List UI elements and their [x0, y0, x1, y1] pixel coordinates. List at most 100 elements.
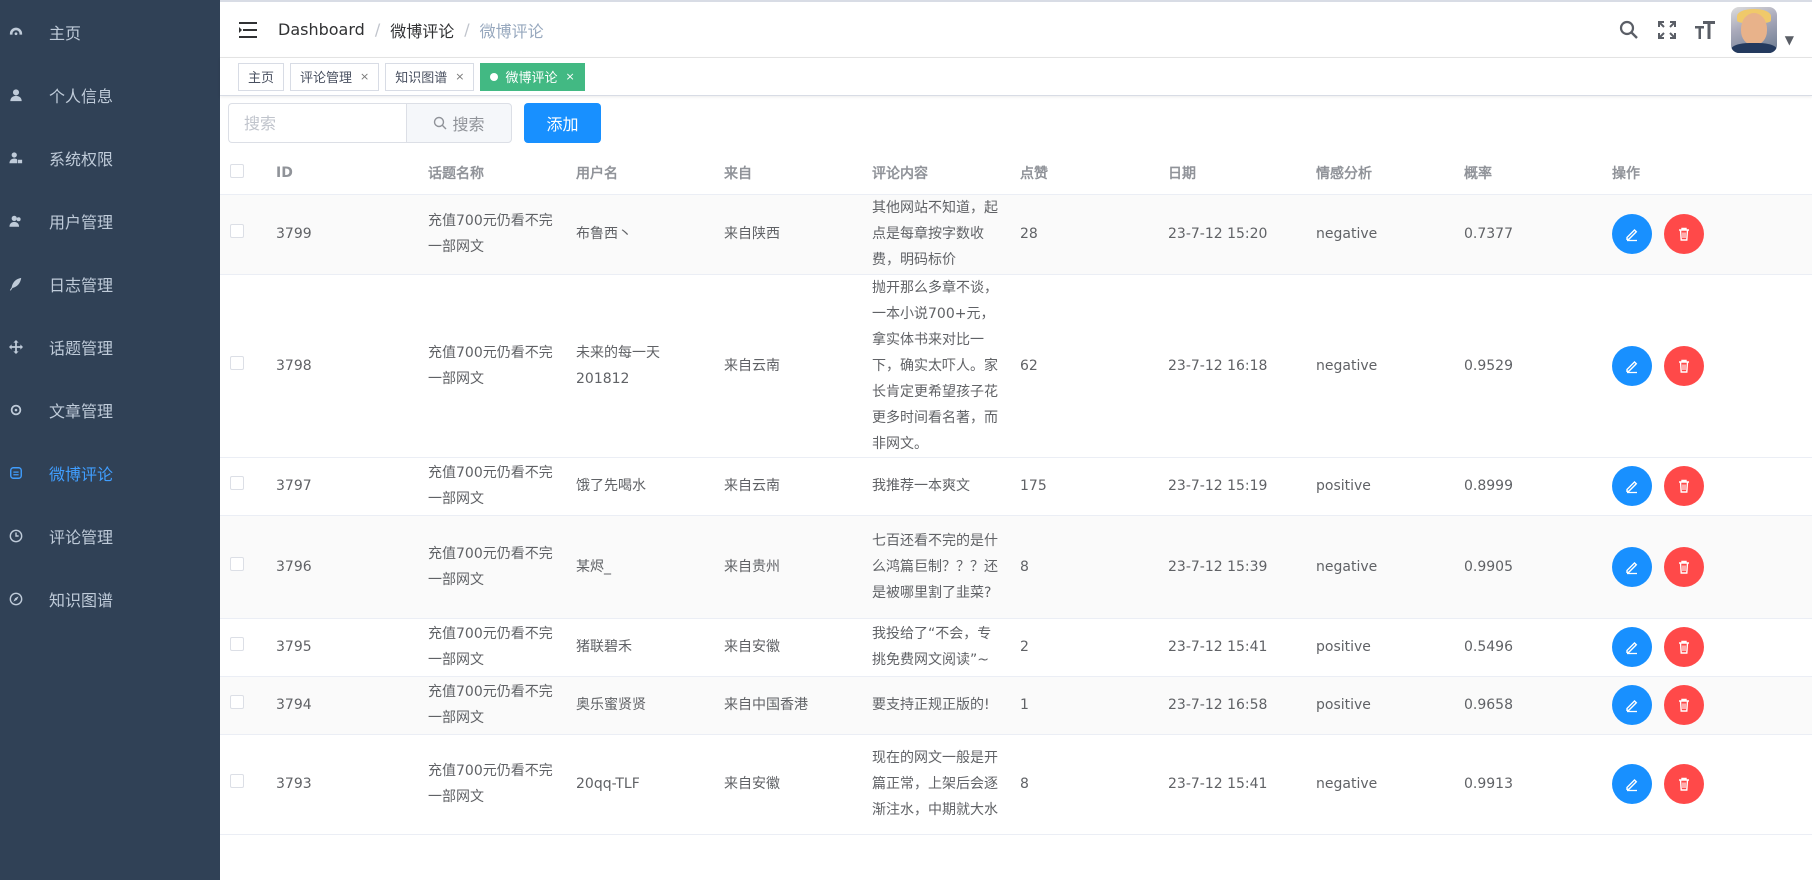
edit-button[interactable] [1612, 627, 1652, 667]
delete-button[interactable] [1664, 466, 1704, 506]
cell-id: 3798 [266, 274, 418, 458]
breadcrumb-item-weibo[interactable]: 微博评论 [390, 18, 454, 42]
cell-user: 猪联碧禾 [566, 618, 714, 677]
delete-button[interactable] [1664, 345, 1704, 386]
cell-topic: 充值700元仍看不完一部网文 [418, 457, 566, 516]
tag-label: 评论管理 [300, 71, 353, 86]
breadcrumb-item-current: 微博评论 [479, 21, 544, 41]
sidebar-item-label: 日志管理 [49, 275, 114, 295]
row-checkbox[interactable] [230, 774, 244, 788]
sidebar-item-6[interactable]: 文章管理 [0, 378, 220, 441]
close-icon[interactable]: × [360, 70, 369, 83]
trash-icon [1679, 359, 1689, 373]
cell-topic: 充值700元仍看不完一部网文 [418, 274, 566, 458]
cell-user: 某烬_ [566, 515, 714, 619]
delete-button[interactable] [1664, 685, 1704, 725]
tag-label: 主页 [248, 71, 275, 86]
sidebar-item-3[interactable]: 用户管理 [0, 189, 220, 252]
edit-icon [1626, 642, 1638, 655]
cell-content: 要支持正规正版的! [862, 676, 1010, 735]
sidebar-item-0[interactable]: 主页 [0, 0, 220, 63]
sidebar-item-7[interactable]: 微博评论 [0, 441, 220, 504]
table-row: 3793 充值700元仍看不完一部网文 20qq-TLF 来自安徽 现在的网文一般是开篇… [220, 734, 1812, 835]
trash-icon [1679, 479, 1689, 493]
font-size-icon[interactable] [1693, 18, 1717, 42]
user-lock-icon [8, 150, 24, 166]
caret-down-icon[interactable]: ▼ [1785, 33, 1794, 47]
feather-icon [8, 276, 24, 292]
close-icon[interactable]: × [566, 70, 575, 83]
cell-content: 其他网站不知道，起点是每章按字数收费，明码标价 [862, 194, 1010, 275]
row-checkbox[interactable] [230, 476, 244, 490]
cell-date: 23-7-12 15:39 [1158, 515, 1306, 619]
trash-icon [1679, 640, 1689, 654]
row-checkbox[interactable] [230, 556, 244, 571]
search-button-label: 搜索 [452, 115, 485, 134]
edit-button[interactable] [1612, 345, 1652, 386]
cell-user: 20qq-TLF [566, 734, 714, 835]
fullscreen-icon[interactable] [1655, 18, 1679, 42]
sidebar-item-5[interactable]: 话题管理 [0, 315, 220, 378]
cell-id: 3795 [266, 618, 418, 677]
cell-sentiment: negative [1306, 274, 1454, 458]
tag-2[interactable]: 知识图谱 × [385, 62, 475, 91]
cell-likes: 8 [1010, 515, 1158, 619]
edit-icon [1626, 360, 1638, 373]
tag-1[interactable]: 评论管理 × [290, 62, 380, 91]
table-row: 3798 充值700元仍看不完一部网文 未来的每一天201812 来自云南 抛开那么多章… [220, 274, 1812, 458]
cell-likes: 8 [1010, 734, 1158, 835]
edit-icon [1626, 481, 1638, 494]
tag-0[interactable]: 主页 [238, 62, 285, 91]
cell-from: 来自贵州 [714, 515, 862, 619]
row-checkbox[interactable] [230, 224, 244, 238]
row-checkbox[interactable] [230, 637, 244, 651]
cell-from: 来自安徽 [714, 734, 862, 835]
search-icon[interactable] [1617, 18, 1641, 42]
hamburger-icon[interactable] [238, 19, 260, 41]
close-icon[interactable]: × [455, 70, 464, 83]
cell-user: 布鲁西丶 [566, 194, 714, 275]
sidebar-item-label: 系统权限 [49, 149, 114, 169]
search-button[interactable]: 搜索 [406, 103, 512, 143]
tag-3[interactable]: 微博评论 × [480, 62, 585, 91]
breadcrumb-separator: / [374, 20, 381, 39]
trash-icon [1679, 227, 1689, 241]
delete-button[interactable] [1664, 546, 1704, 587]
avatar[interactable] [1730, 6, 1777, 53]
edit-button[interactable] [1612, 214, 1652, 254]
column-header: 操作 [1602, 152, 1812, 195]
edit-button[interactable] [1612, 546, 1652, 587]
delete-button[interactable] [1664, 764, 1704, 804]
table-row: 3795 充值700元仍看不完一部网文 猪联碧禾 来自安徽 我投给了“不会，专挑免费网文… [220, 618, 1812, 677]
cell-sentiment: positive [1306, 618, 1454, 677]
edit-button[interactable] [1612, 466, 1652, 506]
cell-prob: 0.7377 [1454, 194, 1602, 275]
add-button[interactable]: 添加 [524, 103, 601, 143]
search-input[interactable] [228, 103, 406, 143]
sidebar-item-9[interactable]: 知识图谱 [0, 567, 220, 630]
breadcrumb-separator: / [464, 20, 470, 39]
edit-button[interactable] [1612, 764, 1652, 804]
delete-button[interactable] [1664, 627, 1704, 667]
cell-prob: 0.9913 [1454, 734, 1602, 835]
row-checkbox[interactable] [230, 355, 244, 370]
cell-sentiment: negative [1306, 194, 1454, 275]
gear-icon [8, 402, 24, 418]
sidebar-item-4[interactable]: 日志管理 [0, 252, 220, 315]
row-checkbox[interactable] [230, 695, 244, 709]
sidebar-item-8[interactable]: 评论管理 [0, 504, 220, 567]
cell-id: 3797 [266, 457, 418, 516]
delete-button[interactable] [1664, 214, 1704, 254]
edit-icon [1626, 561, 1638, 574]
select-all-checkbox[interactable] [230, 163, 244, 178]
sidebar-item-1[interactable]: 个人信息 [0, 63, 220, 126]
breadcrumb-item-dashboard[interactable]: Dashboard [278, 20, 365, 39]
edit-button[interactable] [1612, 685, 1652, 725]
cell-prob: 0.9529 [1454, 274, 1602, 458]
cell-user: 未来的每一天201812 [566, 274, 714, 458]
sidebar-item-2[interactable]: 系统权限 [0, 126, 220, 189]
arrows-move-icon [8, 339, 24, 355]
cell-date: 23-7-12 15:41 [1158, 618, 1306, 677]
column-header: 日期 [1158, 152, 1306, 195]
sidebar-item-label: 知识图谱 [49, 590, 114, 610]
